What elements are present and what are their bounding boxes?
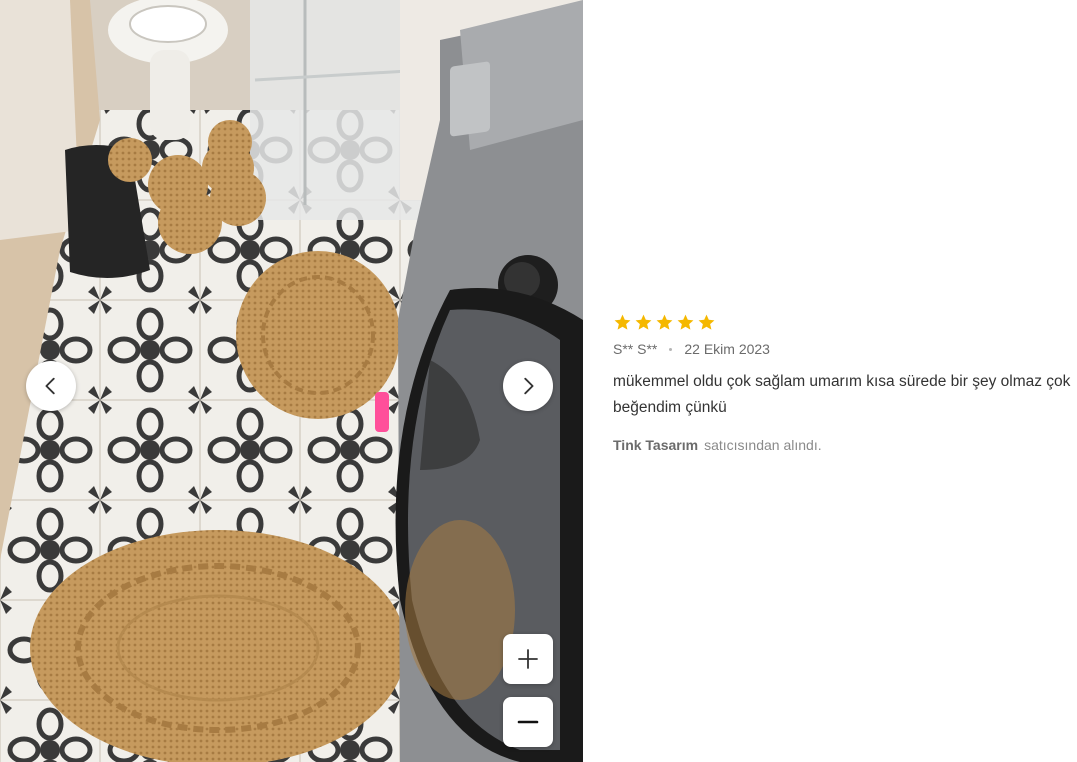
rating-stars xyxy=(613,312,1063,332)
star-icon xyxy=(697,313,716,332)
separator-dot xyxy=(669,347,673,351)
minus-icon xyxy=(517,720,539,724)
seller-name[interactable]: Tink Tasarım xyxy=(613,437,698,453)
zoom-out-button[interactable] xyxy=(503,697,553,747)
review-date: 22 Ekim 2023 xyxy=(684,341,770,357)
next-image-button[interactable] xyxy=(503,361,553,411)
chevron-left-icon xyxy=(45,377,55,395)
review-comment: mükemmel oldu çok sağlam umarım kısa sür… xyxy=(613,373,1071,416)
star-icon xyxy=(613,313,632,332)
seller-info: Tink Tasarım satıcısından alındı. xyxy=(613,437,1063,453)
review-panel: S** S** 22 Ekim 2023 mükemmel oldu çok s… xyxy=(613,312,1070,453)
previous-image-button[interactable] xyxy=(26,361,76,411)
star-icon xyxy=(676,313,695,332)
bathroom-photo xyxy=(0,0,583,762)
review-photo xyxy=(0,0,583,762)
chevron-right-icon xyxy=(524,377,534,395)
star-icon xyxy=(655,313,674,332)
review-author: S** S** xyxy=(613,341,658,357)
review-meta: S** S** 22 Ekim 2023 xyxy=(613,341,1063,357)
seller-suffix: satıcısından alındı. xyxy=(704,437,822,453)
star-icon xyxy=(634,313,653,332)
zoom-in-button[interactable] xyxy=(503,634,553,684)
plus-icon xyxy=(518,649,538,669)
